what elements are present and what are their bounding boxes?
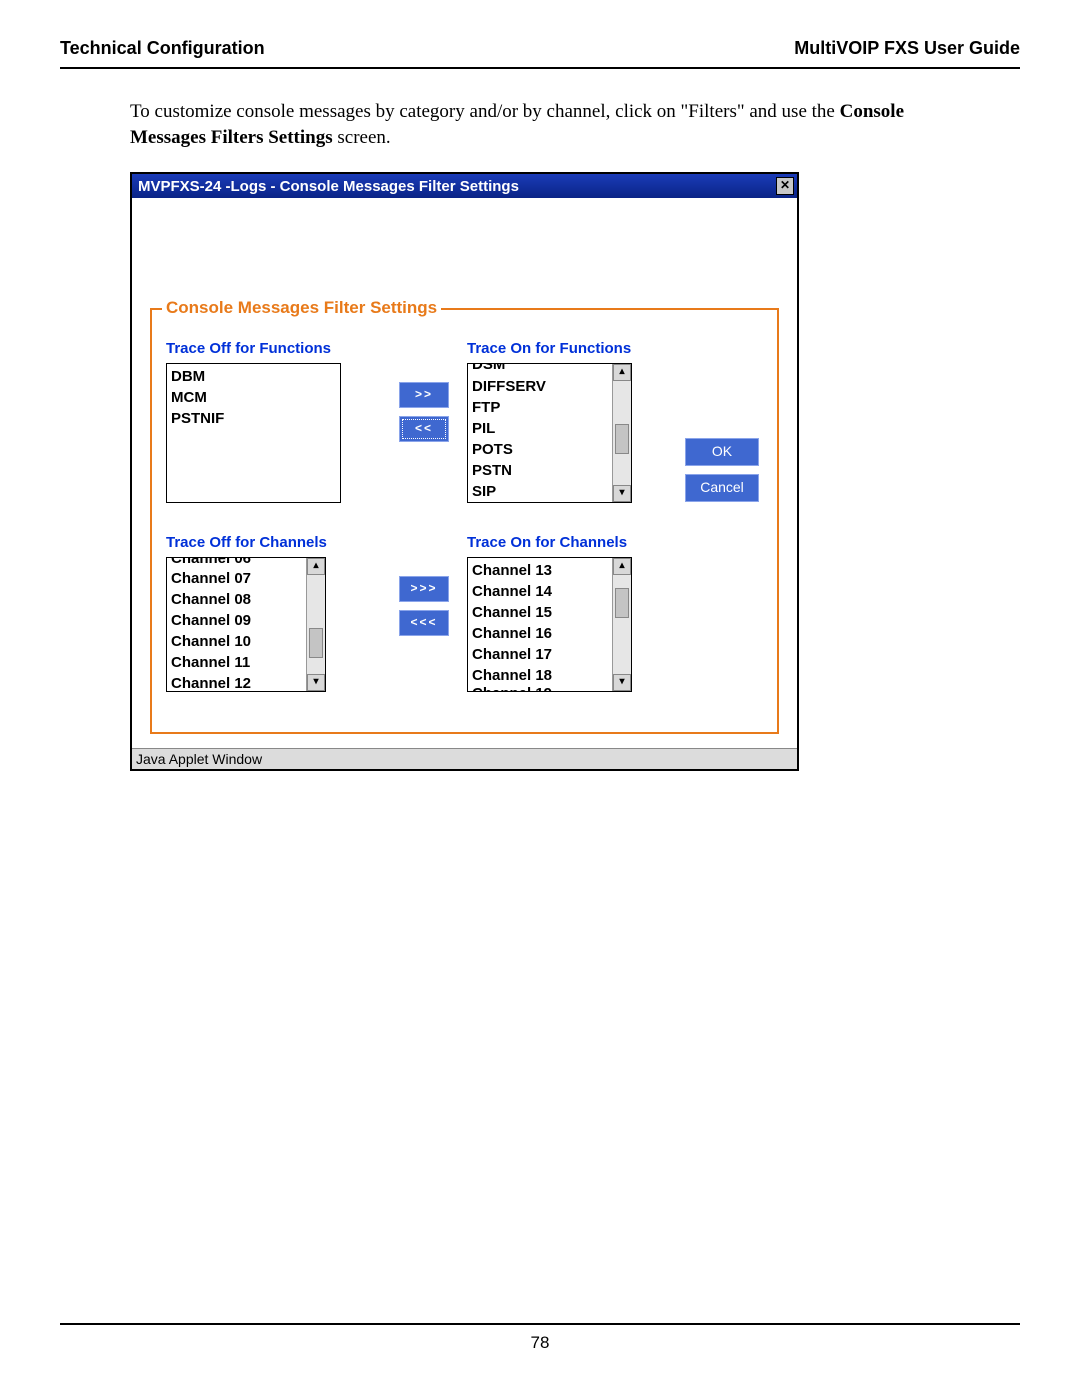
page-header: Technical Configuration MultiVOIP FXS Us… [60,38,1020,69]
scroll-thumb[interactable] [615,424,629,454]
move-left-channels-button[interactable]: <<< [399,610,449,636]
scroll-thumb[interactable] [615,588,629,618]
channels-move-buttons: >>> <<< [381,534,467,640]
scroll-down-icon[interactable]: ▾ [613,674,631,691]
trace-on-channels-label: Trace On for Channels [467,534,667,551]
move-right-channels-button[interactable]: >>> [399,576,449,602]
list-item[interactable]: DBM [171,366,336,387]
list-item[interactable]: Channel 07 [171,568,321,589]
trace-on-functions-list[interactable]: DSM DIFFSERV FTP PIL POTS PSTN SIP ▴ [467,363,632,503]
list-item[interactable]: Channel 12 [171,673,321,692]
move-left-functions-button[interactable]: << [399,416,449,442]
dialog-body: Console Messages Filter Settings Trace O… [132,198,797,748]
dialog-titlebar: MVPFXS-24 -Logs - Console Messages Filte… [132,174,797,198]
trace-on-functions-label: Trace On for Functions [467,340,667,357]
list-item-cut: Channel 06 [171,558,305,569]
list-item[interactable]: Channel 08 [171,589,321,610]
page-footer: 78 [60,1323,1020,1353]
list-item[interactable]: PSTN [472,460,627,481]
list-item-cut: DSM [472,364,611,375]
scrollbar[interactable]: ▴ ▾ [612,364,631,502]
dialog-screenshot: MVPFXS-24 -Logs - Console Messages Filte… [130,172,799,771]
list-item[interactable]: FTP [472,397,627,418]
page-number: 78 [531,1333,550,1352]
status-bar: Java Applet Window [132,748,797,769]
action-buttons-group: OK Cancel [667,340,759,510]
trace-off-channels-group: Trace Off for Channels Channel 06 Channe… [166,534,381,692]
fieldset-legend: Console Messages Filter Settings [162,298,441,318]
dialog-title: MVPFXS-24 -Logs - Console Messages Filte… [138,178,519,195]
move-right-functions-button[interactable]: >> [399,382,449,408]
header-left: Technical Configuration [60,38,265,59]
body-paragraph: To customize console messages by categor… [130,99,950,150]
list-item[interactable]: PSTNIF [171,408,336,429]
list-item[interactable]: MCM [171,387,336,408]
scroll-down-icon[interactable]: ▾ [613,485,631,502]
trace-on-functions-group: Trace On for Functions DSM DIFFSERV FTP … [467,340,667,503]
functions-row: Trace Off for Functions DBM MCM PSTNIF >… [166,340,763,510]
scroll-thumb[interactable] [309,628,323,658]
list-item[interactable]: Channel 16 [472,623,627,644]
scroll-down-icon[interactable]: ▾ [307,674,325,691]
list-item[interactable]: DIFFSERV [472,376,627,397]
list-item[interactable]: POTS [472,439,627,460]
list-item[interactable]: Channel 10 [171,631,321,652]
scrollbar[interactable]: ▴ ▾ [306,558,325,691]
list-item[interactable]: Channel 17 [472,644,627,665]
filter-settings-fieldset: Console Messages Filter Settings Trace O… [150,308,779,734]
functions-move-buttons: >> << [381,340,467,446]
trace-off-functions-label: Trace Off for Functions [166,340,381,357]
trace-off-functions-group: Trace Off for Functions DBM MCM PSTNIF [166,340,381,503]
header-right: MultiVOIP FXS User Guide [794,38,1020,59]
trace-on-channels-group: Trace On for Channels Channel 13 Channel… [467,534,667,692]
list-item[interactable]: Channel 09 [171,610,321,631]
channels-row: Trace Off for Channels Channel 06 Channe… [166,534,763,692]
close-icon: ✕ [780,178,790,192]
trace-on-channels-list[interactable]: Channel 13 Channel 14 Channel 15 Channel… [467,557,632,692]
list-item[interactable]: PIL [472,418,627,439]
scroll-up-icon[interactable]: ▴ [613,558,631,575]
trace-off-channels-list[interactable]: Channel 06 Channel 07 Channel 08 Channel… [166,557,326,692]
ok-button[interactable]: OK [685,438,759,466]
trace-off-functions-list[interactable]: DBM MCM PSTNIF [166,363,341,503]
list-item[interactable]: Channel 14 [472,581,627,602]
list-item[interactable]: Channel 15 [472,602,627,623]
list-item[interactable]: Channel 13 [472,560,627,581]
list-item[interactable]: Channel 11 [171,652,321,673]
list-item-cut: Channel 19 [472,685,552,691]
status-text: Java Applet Window [136,751,262,767]
close-button[interactable]: ✕ [776,177,794,195]
scroll-up-icon[interactable]: ▴ [613,364,631,381]
intro-pre: To customize console messages by categor… [130,101,840,122]
trace-off-channels-label: Trace Off for Channels [166,534,381,551]
intro-post: screen. [333,127,391,148]
cancel-button[interactable]: Cancel [685,474,759,502]
scroll-up-icon[interactable]: ▴ [307,558,325,575]
list-item[interactable]: SIP [472,481,627,502]
scrollbar[interactable]: ▴ ▾ [612,558,631,691]
